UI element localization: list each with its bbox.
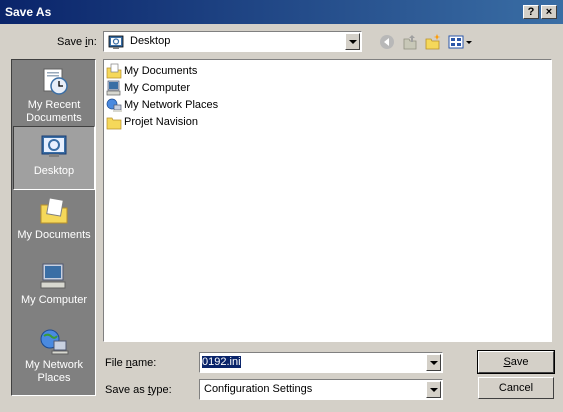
save-button[interactable]: Save: [477, 350, 555, 374]
file-name-field[interactable]: 0192.ini: [199, 352, 443, 373]
documents-folder-icon: [106, 63, 122, 79]
desktop-icon: [38, 131, 70, 163]
back-icon[interactable]: [378, 33, 396, 51]
save-in-dropdown-arrow[interactable]: [345, 33, 360, 50]
save-as-type-value: Configuration Settings: [204, 383, 313, 395]
list-item[interactable]: My Network Places: [106, 97, 218, 113]
place-my-recent-documents[interactable]: My Recent Documents: [13, 61, 95, 125]
close-button[interactable]: ×: [541, 5, 557, 19]
file-name-dropdown-arrow[interactable]: [426, 354, 441, 371]
my-computer-icon: [38, 260, 70, 292]
place-label-line2: Documents: [26, 112, 82, 124]
places-bar: My Recent Documents Desktop My Documents…: [11, 59, 96, 396]
place-my-documents[interactable]: My Documents: [13, 191, 95, 255]
up-folder-icon[interactable]: [401, 33, 419, 51]
place-label-line1: My Documents: [17, 229, 91, 241]
save-in-dropdown[interactable]: Desktop: [103, 31, 362, 52]
place-label-line1: Desktop: [33, 165, 75, 177]
file-name-label: File name:: [105, 357, 157, 369]
place-desktop[interactable]: Desktop: [13, 126, 95, 190]
network-icon: [106, 97, 122, 113]
list-item[interactable]: My Computer: [106, 80, 190, 96]
place-label-line1: My Recent: [27, 99, 81, 111]
save-in-value: Desktop: [130, 35, 171, 47]
window-title: Save As: [5, 5, 52, 19]
computer-icon: [106, 80, 122, 96]
new-folder-icon[interactable]: [424, 33, 442, 51]
folder-icon: [106, 114, 122, 130]
list-item[interactable]: My Documents: [106, 63, 197, 79]
save-in-label: Save in:: [57, 36, 97, 48]
network-places-icon: [38, 325, 70, 357]
place-label-line1: My Network: [24, 359, 84, 371]
place-my-network-places[interactable]: My Network Places: [13, 321, 95, 385]
desktop-small-icon: [108, 34, 124, 50]
recent-documents-icon: [38, 65, 70, 97]
save-as-type-dropdown[interactable]: Configuration Settings: [199, 379, 443, 400]
help-button[interactable]: ?: [523, 5, 539, 19]
save-as-type-label: Save as type:: [105, 384, 172, 396]
place-label-line1: My Computer: [20, 294, 88, 306]
place-label-line2: Places: [37, 372, 71, 384]
file-name-value: 0192.ini: [202, 356, 241, 368]
views-menu-icon[interactable]: [447, 33, 473, 51]
file-list[interactable]: My Documents My Computer My Network Plac…: [103, 59, 552, 342]
save-as-type-dropdown-arrow[interactable]: [426, 381, 441, 398]
list-item[interactable]: Projet Navision: [106, 114, 198, 130]
place-my-computer[interactable]: My Computer: [13, 256, 95, 320]
cancel-button[interactable]: Cancel: [478, 377, 554, 399]
my-documents-icon: [38, 195, 70, 227]
title-bar: Save As ? ×: [0, 0, 563, 24]
